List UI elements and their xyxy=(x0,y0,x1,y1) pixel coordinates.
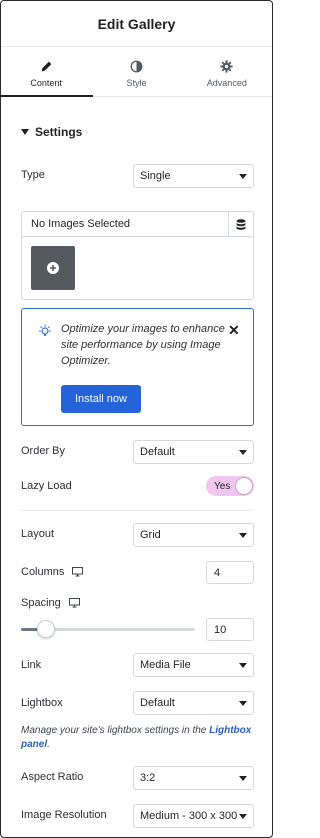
desktop-icon[interactable] xyxy=(68,598,80,608)
install-now-button[interactable]: Install now xyxy=(61,385,141,413)
database-button[interactable] xyxy=(228,212,253,236)
layout-label: Layout xyxy=(21,528,55,540)
no-images-text: No Images Selected xyxy=(31,218,131,230)
divider xyxy=(21,510,254,511)
image-optimizer-notice: Optimize your images to enhance site per… xyxy=(21,308,254,426)
tab-content-label: Content xyxy=(30,77,62,88)
lightbox-label: Lightbox xyxy=(21,697,63,709)
spacing-slider-thumb[interactable] xyxy=(36,620,55,638)
tab-style[interactable]: Style xyxy=(91,47,181,96)
layout-value: Grid xyxy=(140,529,161,541)
spacing-label: Spacing xyxy=(21,597,61,609)
help-suffix: . xyxy=(47,739,50,750)
toggle-knob xyxy=(235,477,253,495)
chevron-down-icon xyxy=(239,662,247,668)
chevron-down-icon xyxy=(239,173,247,179)
pencil-icon xyxy=(41,61,52,71)
section-title: Settings xyxy=(35,125,83,139)
lightbox-help-text: Manage your site's lightbox settings in … xyxy=(21,724,256,752)
link-label: Link xyxy=(21,659,42,671)
chevron-down-icon xyxy=(239,449,247,455)
layout-select[interactable]: Grid xyxy=(133,523,254,547)
tabs: Content Style Advanced xyxy=(1,47,272,97)
order-by-value: Default xyxy=(140,446,175,458)
columns-label: Columns xyxy=(21,566,65,578)
columns-label-row: Columns xyxy=(21,566,84,578)
order-by-label: Order By xyxy=(21,445,66,457)
caret-down-icon xyxy=(21,129,29,135)
chevron-down-icon xyxy=(239,775,247,781)
gallery-control: No Images Selected xyxy=(21,211,254,300)
tab-content[interactable]: Content xyxy=(1,47,94,97)
link-select[interactable]: Media File xyxy=(133,653,254,677)
chevron-down-icon xyxy=(239,532,247,538)
database-icon xyxy=(236,218,246,230)
lazy-load-toggle[interactable]: Yes xyxy=(206,476,254,496)
lazy-load-label: Lazy Load xyxy=(21,480,72,492)
aspect-ratio-label: Aspect Ratio xyxy=(21,771,84,783)
tab-style-label: Style xyxy=(126,77,147,88)
help-prefix: Manage your site's lightbox settings in … xyxy=(21,725,210,736)
image-resolution-select[interactable]: Medium - 300 x 300 xyxy=(133,804,254,828)
close-icon[interactable]: ✕ xyxy=(228,322,240,339)
type-select[interactable]: Single xyxy=(133,164,254,188)
gear-icon xyxy=(220,59,233,73)
lightbulb-icon xyxy=(39,324,51,336)
chevron-down-icon xyxy=(239,700,247,706)
panel-header: Edit Gallery xyxy=(1,1,272,47)
type-select-value: Single xyxy=(140,170,171,182)
columns-input[interactable]: 4 xyxy=(206,561,254,584)
spacing-label-row: Spacing xyxy=(21,597,80,609)
desktop-icon[interactable] xyxy=(72,567,84,577)
type-label: Type xyxy=(21,169,45,181)
image-resolution-label: Image Resolution xyxy=(21,809,107,821)
settings-section-toggle[interactable]: Settings xyxy=(21,125,82,139)
plus-circle-icon xyxy=(47,262,59,274)
aspect-ratio-value: 3:2 xyxy=(140,772,156,784)
aspect-ratio-select[interactable]: 3:2 xyxy=(133,766,254,790)
tab-advanced-label: Advanced xyxy=(206,77,247,88)
panel-title: Edit Gallery xyxy=(97,15,176,32)
link-value: Media File xyxy=(140,659,191,671)
lightbox-select[interactable]: Default xyxy=(133,691,254,715)
chevron-down-icon xyxy=(239,813,247,819)
order-by-select[interactable]: Default xyxy=(133,440,254,464)
spacing-slider-track[interactable] xyxy=(38,628,195,631)
spacing-input[interactable]: 10 xyxy=(206,618,254,641)
lightbox-value: Default xyxy=(140,697,175,709)
half-circle-icon xyxy=(130,60,143,72)
toggle-label: Yes xyxy=(214,480,231,492)
add-images-button[interactable] xyxy=(31,246,75,290)
notice-text: Optimize your images to enhance site per… xyxy=(61,323,225,367)
edit-gallery-panel: Edit Gallery Content Style Advanced Sett… xyxy=(0,0,273,838)
tab-advanced[interactable]: Advanced xyxy=(182,47,272,96)
image-resolution-value: Medium - 300 x 300 xyxy=(140,810,238,822)
